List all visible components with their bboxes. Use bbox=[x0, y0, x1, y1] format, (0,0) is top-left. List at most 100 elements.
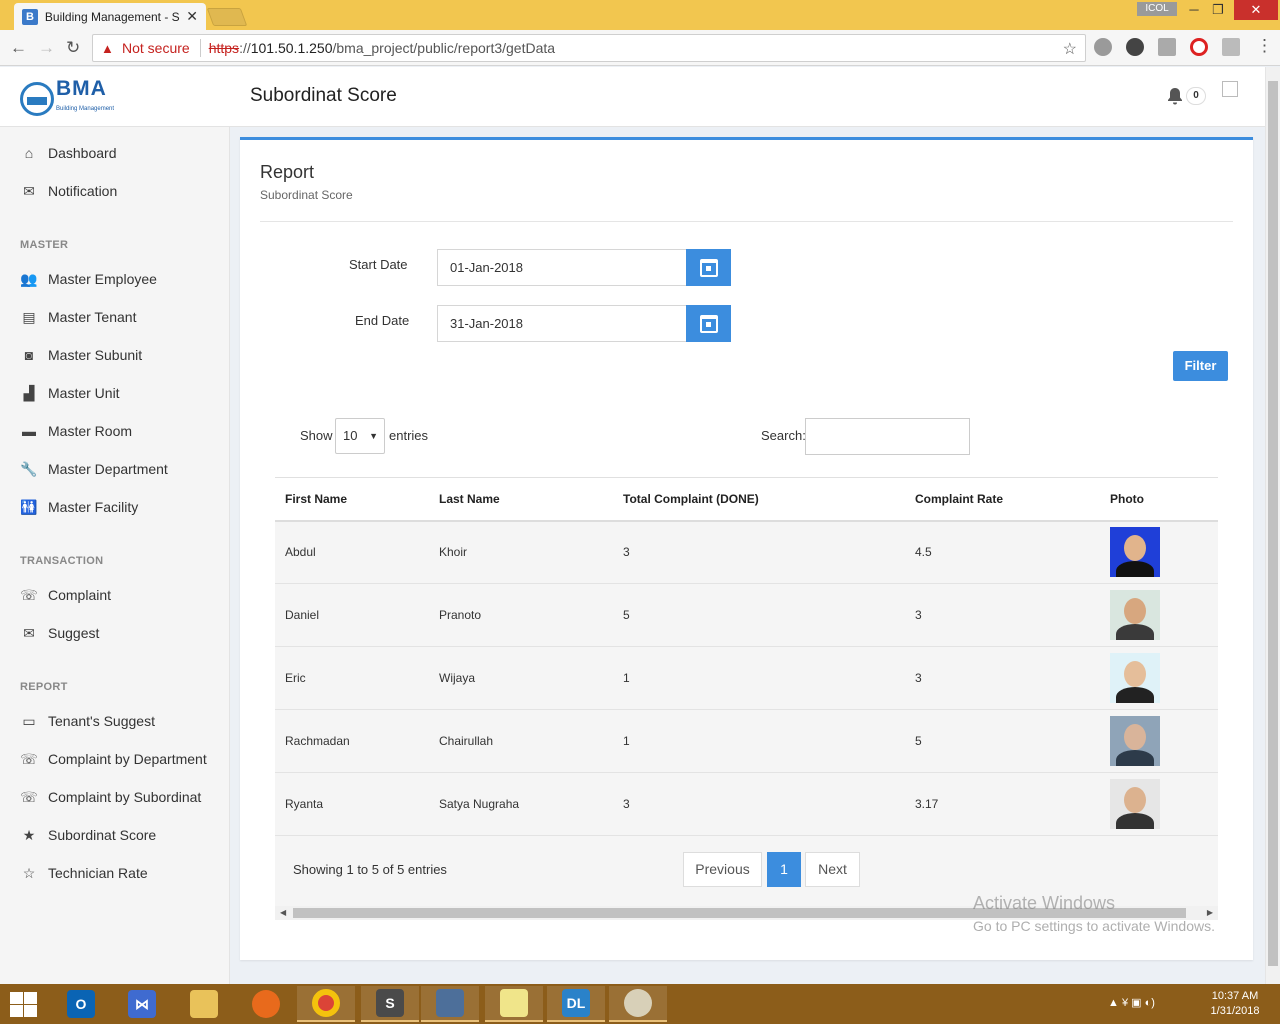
taskbar-sticky-notes[interactable] bbox=[485, 986, 543, 1022]
cell-last-name: Pranoto bbox=[429, 583, 613, 647]
col-photo[interactable]: Photo bbox=[1100, 477, 1218, 522]
cell-photo bbox=[1100, 520, 1218, 584]
photo-face bbox=[1124, 724, 1146, 750]
logo-subtitle: Building Management bbox=[56, 106, 115, 112]
sidebar-item-label: Subordinat Score bbox=[48, 827, 157, 843]
taskbar-file-explorer[interactable] bbox=[175, 986, 233, 1022]
bookmark-star-icon[interactable]: ☆ bbox=[1063, 39, 1077, 59]
taskbar-dl-app[interactable]: DL bbox=[547, 986, 605, 1022]
table-row: Daniel Pranoto 5 3 bbox=[275, 583, 1218, 647]
forward-icon[interactable]: → bbox=[38, 38, 55, 58]
taskbar-firefox[interactable] bbox=[237, 986, 295, 1022]
taskbar-pgadmin[interactable] bbox=[421, 986, 479, 1022]
bell-icon[interactable] bbox=[1167, 87, 1183, 110]
phone-forward-icon: ☏ bbox=[20, 788, 38, 805]
menu-icon[interactable]: ⋮ bbox=[1256, 36, 1273, 56]
sidebar-item-master-unit[interactable]: ▟ Master Unit bbox=[20, 383, 120, 403]
pagination-previous[interactable]: Previous bbox=[683, 852, 762, 887]
sidebar-item-master-department[interactable]: 🔧 Master Department bbox=[20, 459, 168, 479]
sidebar-item-label: Complaint bbox=[48, 587, 112, 603]
sidebar-item-label: Master Tenant bbox=[48, 309, 137, 325]
taskbar-chrome[interactable] bbox=[297, 986, 355, 1022]
page-scrollbar[interactable] bbox=[1265, 67, 1280, 984]
close-window-button[interactable]: ✕ bbox=[1234, 0, 1278, 20]
subordinat-score-table: First Name Last Name Total Complaint (DO… bbox=[275, 477, 1218, 836]
sidebar-item-master-subunit[interactable]: ◙ Master Subunit bbox=[20, 345, 142, 365]
extension-globe-icon[interactable] bbox=[1094, 38, 1112, 56]
sidebar-item-notification[interactable]: ✉ Notification bbox=[20, 181, 117, 201]
start-tile bbox=[10, 992, 23, 1004]
reload-icon[interactable]: ↻ bbox=[66, 38, 80, 58]
opera-icon[interactable] bbox=[1190, 38, 1208, 56]
clock-date: 1/31/2018 bbox=[1210, 1005, 1260, 1017]
taskbar-sublime[interactable]: S bbox=[361, 986, 419, 1022]
entries-select[interactable]: 10 ▼ bbox=[335, 418, 385, 454]
scrollbar-thumb[interactable] bbox=[1268, 81, 1278, 966]
sidebar-item-master-tenant[interactable]: ▤ Master Tenant bbox=[20, 307, 136, 327]
cell-complaint-rate: 3.17 bbox=[905, 772, 1100, 836]
photo-body bbox=[1116, 624, 1154, 640]
sidebar-item-complaint[interactable]: ☏ Complaint bbox=[20, 585, 111, 605]
sidebar-item-label: Master Facility bbox=[48, 499, 139, 515]
sidebar-item-complaint-by-subordinat[interactable]: ☏ Complaint by Subordinat bbox=[20, 787, 201, 807]
favicon-icon: B bbox=[22, 8, 38, 25]
filter-button[interactable]: Filter bbox=[1173, 351, 1228, 381]
sidebar-item-label: Master Employee bbox=[48, 271, 157, 287]
browser-tab[interactable]: B Building Management - S ✕ bbox=[14, 3, 206, 30]
cell-total-complaint: 5 bbox=[613, 583, 905, 647]
calendar-icon bbox=[699, 314, 718, 333]
close-tab-icon[interactable]: ✕ bbox=[186, 8, 198, 25]
system-tray-icons[interactable]: ▲ ¥ ▣ ◐) bbox=[1108, 996, 1155, 1009]
maximize-button[interactable]: ❐ bbox=[1204, 0, 1232, 20]
col-last-name[interactable]: Last Name bbox=[429, 477, 613, 522]
sidebar-item-suggest[interactable]: ✉ Suggest bbox=[20, 623, 99, 643]
bma-logo[interactable]: BMA Building Management bbox=[20, 78, 115, 119]
sidebar-heading-report: REPORT bbox=[20, 681, 68, 693]
pagination-page-1[interactable]: 1 bbox=[767, 852, 801, 887]
cell-complaint-rate: 5 bbox=[905, 709, 1100, 773]
back-icon[interactable]: ← bbox=[10, 38, 27, 58]
windows-start-button[interactable] bbox=[8, 990, 38, 1018]
end-date-input[interactable]: 31-Jan-2018 bbox=[437, 305, 687, 342]
sidebar-item-master-room[interactable]: ▬ Master Room bbox=[20, 421, 132, 441]
security-label[interactable]: Not secure bbox=[122, 40, 190, 56]
user-avatar[interactable] bbox=[1222, 81, 1238, 97]
sidebar-item-master-employee[interactable]: 👥 Master Employee bbox=[20, 269, 157, 289]
window-user-badge[interactable]: ICOL bbox=[1137, 2, 1177, 16]
notification-count[interactable]: 0 bbox=[1186, 87, 1206, 105]
pagination-next[interactable]: Next bbox=[805, 852, 860, 887]
url-text[interactable]: https://101.50.1.250/bma_project/public/… bbox=[209, 40, 555, 56]
url-path: /bma_project/public/report3/getData bbox=[332, 40, 556, 56]
address-bar[interactable]: ▲ Not secure https://101.50.1.250/bma_pr… bbox=[92, 34, 1086, 62]
taskbar-outlook[interactable]: O bbox=[52, 986, 110, 1022]
start-date-input[interactable]: 01-Jan-2018 bbox=[437, 249, 687, 286]
sidebar-item-technician-rate[interactable]: ☆ Technician Rate bbox=[20, 863, 148, 883]
sidebar-item-tenants-suggest[interactable]: ▭ Tenant's Suggest bbox=[20, 711, 155, 731]
start-date-picker-button[interactable] bbox=[686, 249, 731, 286]
col-first-name[interactable]: First Name bbox=[275, 477, 429, 522]
pdf-extension-icon[interactable] bbox=[1222, 38, 1240, 56]
cell-total-complaint: 3 bbox=[613, 520, 905, 584]
search-input[interactable] bbox=[805, 418, 970, 455]
windows-taskbar: O ⋈ S DL ▲ ¥ ▣ ◐) 10:37 AM 1/31/2018 bbox=[0, 984, 1280, 1024]
scroll-left-icon[interactable]: ◀ bbox=[280, 906, 286, 920]
sidebar-item-dashboard[interactable]: ⌂ Dashboard bbox=[20, 143, 117, 163]
taskbar-paint[interactable] bbox=[609, 986, 667, 1022]
taskbar-visual-studio[interactable]: ⋈ bbox=[113, 986, 171, 1022]
new-tab-button[interactable] bbox=[206, 8, 248, 26]
tenant-icon: ▤ bbox=[22, 308, 36, 325]
sidebar-item-subordinat-score[interactable]: ★ Subordinat Score bbox=[20, 825, 156, 845]
sidebar-item-label: Suggest bbox=[48, 625, 100, 641]
elephant-icon bbox=[436, 989, 464, 1017]
sidebar-item-master-facility[interactable]: 🚻 Master Facility bbox=[20, 497, 138, 517]
end-date-picker-button[interactable] bbox=[686, 305, 731, 342]
sidebar-item-complaint-by-department[interactable]: ☏ Complaint by Department bbox=[20, 749, 207, 769]
address-separator bbox=[199, 39, 201, 57]
sidebar-item-label: Master Unit bbox=[48, 385, 120, 401]
extension-icon[interactable] bbox=[1126, 38, 1144, 56]
col-complaint-rate[interactable]: Complaint Rate bbox=[905, 477, 1100, 522]
col-total-complaint[interactable]: Total Complaint (DONE) bbox=[613, 477, 905, 522]
extension-puzzle-icon[interactable] bbox=[1158, 38, 1176, 56]
cell-photo bbox=[1100, 772, 1218, 836]
taskbar-clock[interactable]: 10:37 AM 1/31/2018 bbox=[1205, 989, 1265, 1019]
